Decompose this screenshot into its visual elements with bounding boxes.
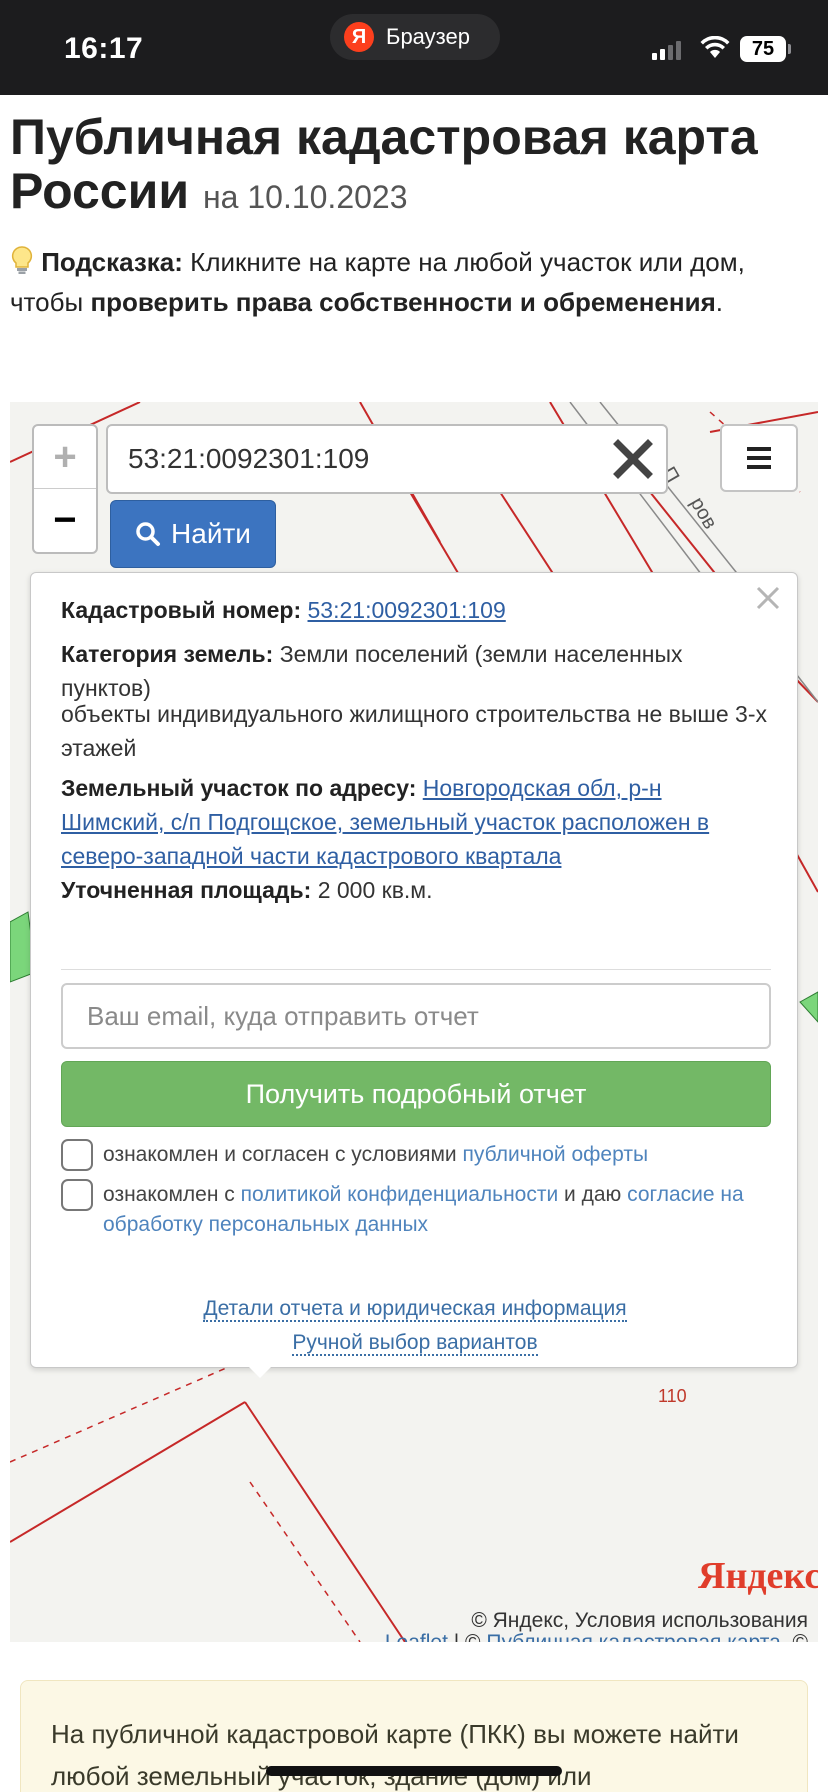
search-value: 53:21:0092301:109 [128, 443, 370, 474]
clear-icon[interactable] [612, 438, 654, 480]
find-label: Найти [171, 518, 251, 549]
get-report-button[interactable]: Получить подробный отчет [61, 1061, 771, 1127]
attribution-yandex[interactable]: © Яндекс, Условия использования [385, 1610, 808, 1632]
cadastral-search-input[interactable]: 53:21:0092301:109 [106, 424, 668, 494]
manual-choice-link[interactable]: Ручной выбор вариантов [292, 1331, 538, 1356]
parcel-number-label[interactable]: 110 [658, 1386, 687, 1407]
land-usage: объекты индивидуального жилищного строит… [61, 701, 767, 761]
zoom-in-button[interactable]: + [34, 426, 96, 489]
yandex-brand-logo: Яндекс [698, 1555, 818, 1597]
report-details-link[interactable]: Детали отчета и юридическая информация [203, 1297, 627, 1322]
privacy-consent-text: ознакомлен с [103, 1183, 235, 1206]
wifi-icon [700, 36, 730, 58]
report-details-link-row: Детали отчета и юридическая информация [31, 1297, 799, 1322]
menu-button[interactable] [720, 424, 798, 492]
find-button[interactable]: Найти [110, 500, 276, 568]
info-text: На публичной кадастровой карте (ПКК) вы … [51, 1719, 739, 1791]
attribution-separator: | © [448, 1631, 486, 1643]
yandex-logo-icon: Я [344, 22, 374, 52]
pkk-link[interactable]: Публичная кадастровая карта [486, 1631, 780, 1643]
lightbulb-icon [11, 246, 33, 274]
hint-label: Подсказка: [41, 247, 183, 277]
hint-end: . [715, 287, 723, 317]
signal-icon [652, 40, 681, 60]
area-label: Уточненная площадь: [61, 877, 312, 903]
leaflet-link[interactable]: Leaflet [385, 1631, 448, 1643]
offer-consent-label: ознакомлен и согласен с условиями публич… [103, 1140, 783, 1170]
email-input[interactable]: Ваш email, куда отправить отчет [61, 983, 771, 1049]
attribution-tail: , © [781, 1631, 808, 1643]
cadastral-number-link[interactable]: 53:21:0092301:109 [308, 597, 506, 623]
map-attribution: © Яндекс, Условия использования Leaflet … [385, 1610, 808, 1643]
privacy-policy-link[interactable]: политикой конфиденциальности [241, 1183, 559, 1206]
public-offer-link[interactable]: публичной оферты [463, 1143, 649, 1166]
privacy-consent-checkbox[interactable] [61, 1179, 93, 1211]
browser-pill[interactable]: Я Браузер [330, 14, 500, 60]
privacy-consent-mid: и даю [564, 1183, 622, 1206]
area-row: Уточненная площадь: 2 000 кв.м. [61, 873, 771, 907]
parcel-popup: Кадастровый номер: 53:21:0092301:109 Кат… [30, 572, 798, 1368]
offer-consent-text: ознакомлен и согласен с условиями [103, 1143, 457, 1166]
address-label: Земельный участок по адресу: [61, 775, 417, 801]
popup-tip [248, 1366, 272, 1378]
area-value: 2 000 кв.м. [317, 877, 433, 903]
hint: Подсказка: Кликните на карте на любой уч… [10, 242, 810, 322]
privacy-consent-label: ознакомлен с политикой конфиденциальност… [103, 1180, 783, 1240]
land-category-row: Категория земель: Земли поселений (земли… [61, 637, 771, 705]
page-title: Публичная кадастровая карта России на 10… [10, 110, 810, 224]
status-bar: 16:17 Я Браузер 75 [0, 0, 828, 95]
hint-bold: проверить права собственности и обремене… [90, 287, 716, 317]
land-category-label: Категория земель: [61, 641, 274, 667]
zoom-control: + − [32, 424, 98, 554]
offer-consent-checkbox[interactable] [61, 1139, 93, 1171]
cadastral-number-row: Кадастровый номер: 53:21:0092301:109 [61, 593, 771, 627]
manual-choice-link-row: Ручной выбор вариантов [31, 1331, 799, 1356]
search-icon [136, 522, 161, 546]
page-date: на 10.10.2023 [202, 179, 408, 215]
cadastral-number-label: Кадастровый номер: [61, 597, 302, 623]
battery-icon: 75 [740, 36, 791, 62]
popup-divider [61, 969, 771, 970]
browser-name: Браузер [386, 24, 470, 49]
zoom-out-button[interactable]: − [34, 489, 96, 552]
address-row: Земельный участок по адресу: Новгородска… [61, 771, 771, 873]
street-label-2: ров [686, 494, 721, 533]
home-indicator[interactable] [266, 1766, 562, 1776]
hamburger-icon [747, 447, 771, 469]
cadastral-map[interactable]: л. П ров + − 53:21:0092301:109 Найти Кад… [10, 402, 818, 1642]
status-time: 16:17 [64, 32, 144, 65]
